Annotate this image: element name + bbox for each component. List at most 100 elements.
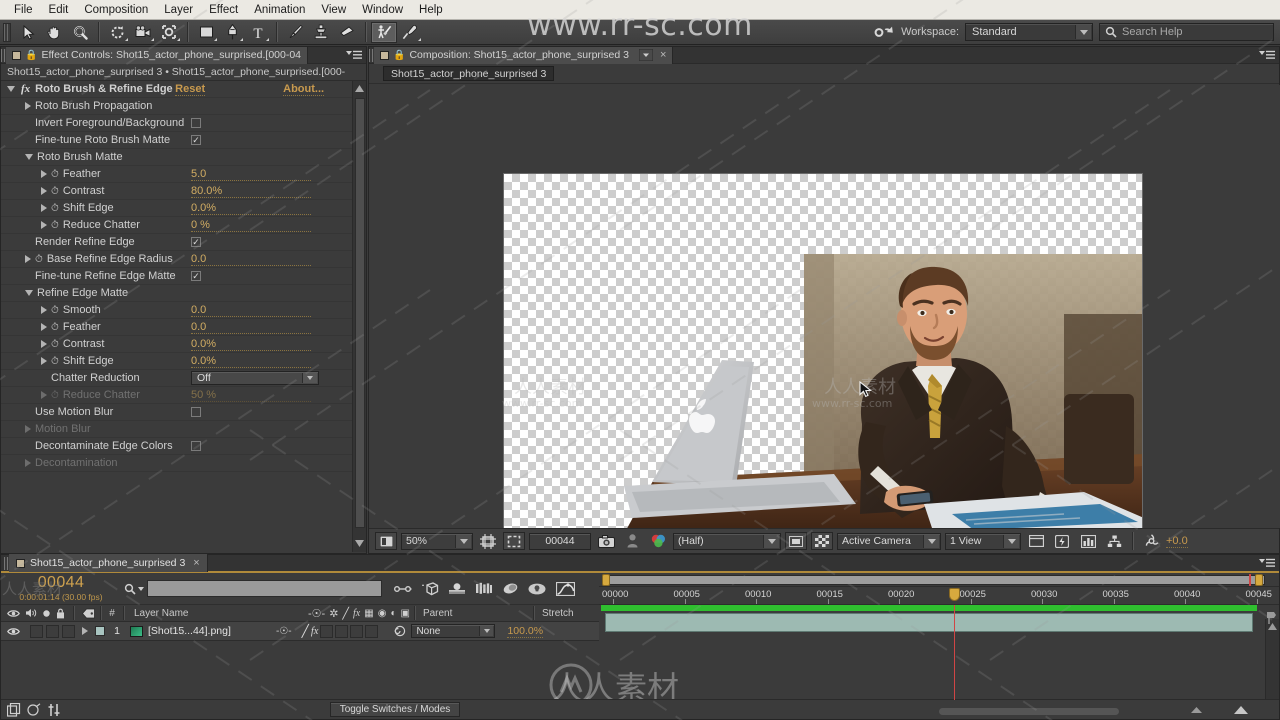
effect-property-row[interactable]: Roto Brush Matte xyxy=(1,149,366,166)
effect-property-row[interactable]: ⏱ Base Refine Edge Radius 0.0 xyxy=(1,251,366,268)
effect-property-row[interactable]: Chatter Reduction Off xyxy=(1,370,366,387)
resolution-select[interactable]: (Half) xyxy=(673,532,781,550)
twirl-right-icon[interactable] xyxy=(25,425,31,433)
view-layout-select[interactable]: 1 View xyxy=(945,532,1021,550)
stopwatch-icon[interactable]: ⏱ xyxy=(51,169,59,180)
time-ruler[interactable]: 00000 00005 00010 00015 00020 00025 00030 00035… xyxy=(599,587,1279,605)
twirl-right-icon[interactable] xyxy=(41,306,47,314)
effect-property-row[interactable]: Motion Blur xyxy=(1,421,366,438)
layer-stretch-value[interactable]: 100.0% xyxy=(507,625,544,638)
layer-label-color[interactable] xyxy=(95,626,105,636)
table-row[interactable]: 1 [Shot15...44].png] -☉- ╱ fx None 100.0… xyxy=(1,622,599,641)
layer-lock-toggle[interactable] xyxy=(62,624,75,638)
graph-editor-icon[interactable] xyxy=(556,581,575,596)
scroll-up-arrow-icon[interactable] xyxy=(354,81,366,96)
comp-flowchart-footer-icon[interactable] xyxy=(7,702,21,717)
timeline-navigator[interactable] xyxy=(599,573,1279,587)
timeline-vertical-scrollbar[interactable] xyxy=(1265,619,1279,700)
comp-subtab[interactable]: Shot15_actor_phone_surprised 3 xyxy=(383,66,555,81)
eye-icon[interactable] xyxy=(7,609,20,618)
twirl-right-icon[interactable] xyxy=(41,391,47,399)
clone-stamp-tool[interactable] xyxy=(308,22,334,43)
navigator-end-handle[interactable] xyxy=(1255,574,1263,586)
effect-property-checkbox[interactable] xyxy=(191,118,201,128)
grid-guides-button[interactable] xyxy=(477,532,499,550)
layer-shy-switch[interactable]: -☉- xyxy=(276,626,292,637)
twirl-down-icon[interactable] xyxy=(7,86,15,92)
region-preview-button[interactable] xyxy=(785,532,807,550)
column-header-parent[interactable]: Parent xyxy=(419,608,529,619)
layer-motionblur-switch[interactable] xyxy=(335,624,349,638)
workspace-gear-icon[interactable] xyxy=(873,25,895,40)
selection-tool[interactable] xyxy=(15,22,41,43)
menu-file[interactable]: File xyxy=(6,2,41,18)
twirl-down-icon[interactable] xyxy=(25,154,33,160)
zoom-tool[interactable] xyxy=(67,22,93,43)
exposure-value[interactable]: +0.0 xyxy=(1166,535,1188,548)
navigator-track[interactable] xyxy=(607,575,1265,585)
layer-quality-switch[interactable]: ╱ xyxy=(302,624,309,638)
stopwatch-icon[interactable]: ⏱ xyxy=(51,339,59,350)
effect-property-value[interactable]: 0.0 xyxy=(191,304,311,317)
exposure-reset-icon[interactable] xyxy=(1140,532,1162,550)
hand-tool[interactable] xyxy=(41,22,67,43)
effect-property-row[interactable]: ⏱ Reduce Chatter 50 % xyxy=(1,387,366,404)
effect-property-row[interactable]: Fine-tune Refine Edge Matte ✓ xyxy=(1,268,366,285)
effect-property-value[interactable]: 0.0% xyxy=(191,355,311,368)
composition-canvas[interactable] xyxy=(503,173,1143,528)
zoom-in-timeline-icon[interactable] xyxy=(1233,705,1249,715)
composition-viewer[interactable]: 人人素材 www.rr-sc.com 人人素材 www.rr-sc.com xyxy=(369,85,1280,528)
effect-property-row[interactable]: Use Motion Blur xyxy=(1,404,366,421)
layer-bar-right-handle-icon[interactable] xyxy=(1266,611,1277,627)
tab-composition[interactable]: 🔒 Composition: Shot15_actor_phone_surpri… xyxy=(374,46,674,64)
stopwatch-icon[interactable]: ⏱ xyxy=(51,356,59,367)
effect-property-value[interactable]: 0.0 xyxy=(191,321,311,334)
timeline-horizontal-scrollbar[interactable] xyxy=(939,706,1119,717)
effect-header-row[interactable]: fx Roto Brush & Refine Edge Reset About.… xyxy=(1,81,366,98)
pan-behind-tool[interactable] xyxy=(156,22,182,43)
hscroll-track[interactable] xyxy=(939,708,1119,715)
enable-motion-blur-icon[interactable] xyxy=(502,582,519,595)
zoom-level-select[interactable]: 50% xyxy=(401,532,473,550)
menu-effect[interactable]: Effect xyxy=(201,2,246,18)
channel-rgb-icon[interactable] xyxy=(647,532,669,550)
scroll-thumb[interactable] xyxy=(355,98,365,528)
twirl-right-icon[interactable] xyxy=(41,204,47,212)
camera-view-select[interactable]: Active Camera xyxy=(837,532,941,550)
layer-audio-toggle[interactable] xyxy=(30,624,43,638)
layer-parent-select[interactable]: None xyxy=(411,624,496,638)
effect-property-row[interactable]: ⏱ Contrast 0.0% xyxy=(1,336,366,353)
layer-effects-switch[interactable]: fx xyxy=(311,626,319,637)
effect-property-checkbox[interactable]: ✓ xyxy=(191,237,201,247)
layer-twirl-icon[interactable] xyxy=(82,627,88,635)
scroll-down-arrow-icon[interactable] xyxy=(354,536,366,551)
layer-adjustment-switch[interactable] xyxy=(350,624,364,638)
brainstorm-icon[interactable] xyxy=(528,582,547,596)
stopwatch-icon[interactable]: ⏱ xyxy=(51,305,59,316)
twirl-right-icon[interactable] xyxy=(41,170,47,178)
layer-3d-switch[interactable] xyxy=(365,624,379,638)
effect-property-value[interactable]: 5.0 xyxy=(191,168,311,181)
layer-duration-bar[interactable] xyxy=(605,613,1253,632)
solo-icon[interactable] xyxy=(42,609,51,618)
column-header-layer-name[interactable]: Layer Name xyxy=(128,608,308,619)
twirl-right-icon[interactable] xyxy=(25,255,31,263)
enable-frame-blending-icon[interactable] xyxy=(475,582,493,595)
current-frame-field[interactable]: 00044 xyxy=(529,532,591,550)
effect-property-value[interactable]: 0.0 xyxy=(191,253,311,266)
menu-animation[interactable]: Animation xyxy=(246,2,313,18)
graph-editor-footer-icon[interactable] xyxy=(47,703,61,717)
composition-mini-flowchart-icon[interactable] xyxy=(394,583,412,595)
effect-property-value[interactable]: 0.0% xyxy=(191,338,311,351)
pen-tool[interactable] xyxy=(219,22,245,43)
transparency-grid-button[interactable] xyxy=(811,532,833,550)
lock-icon-comp[interactable]: 🔒 xyxy=(393,50,405,61)
tab-effect-controls[interactable]: 🔒 Effect Controls: Shot15_actor_phone_su… xyxy=(6,46,309,64)
effect-property-row[interactable]: Render Refine Edge ✓ xyxy=(1,234,366,251)
menu-window[interactable]: Window xyxy=(354,2,411,18)
timeline-close-icon[interactable]: × xyxy=(193,557,199,569)
camera-tool[interactable] xyxy=(130,22,156,43)
lock-icon[interactable]: 🔒 xyxy=(25,50,37,61)
effect-property-row[interactable]: Fine-tune Roto Brush Matte ✓ xyxy=(1,132,366,149)
frame-blending-footer-icon[interactable] xyxy=(27,702,41,717)
